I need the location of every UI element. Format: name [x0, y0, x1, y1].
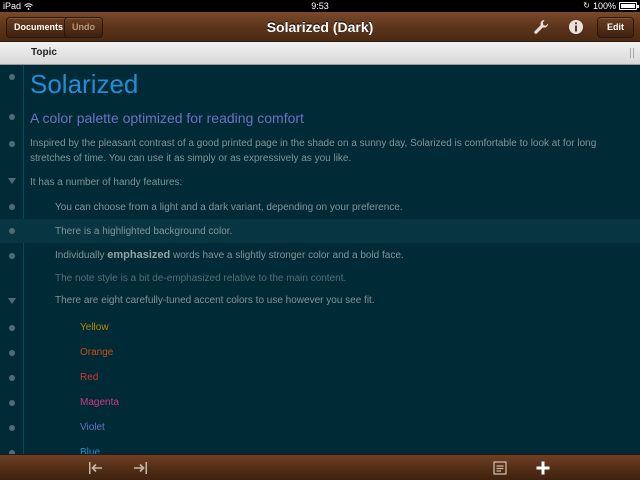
outline-subtitle: A color palette optimized for reading co… — [30, 110, 304, 126]
outdent-icon[interactable] — [87, 459, 105, 477]
features-heading: It has a number of handy features: — [30, 177, 183, 188]
bottom-toolbar — [0, 454, 640, 480]
row-bullet[interactable] — [9, 400, 15, 406]
outline-row-highlight[interactable]: There is a highlighted background color. — [0, 219, 640, 243]
outline-row-subtitle[interactable]: A color palette optimized for reading co… — [0, 105, 640, 131]
navigation-bar: Documents Undo Solarized (Dark) Edit — [0, 12, 640, 42]
note-line: The note style is a bit de-emphasized re… — [55, 273, 347, 284]
plus-icon[interactable] — [534, 459, 552, 477]
outline-row-note[interactable]: The note style is a bit de-emphasized re… — [0, 269, 640, 289]
row-bullet[interactable] — [9, 350, 15, 356]
disclosure-triangle-icon[interactable] — [8, 298, 16, 304]
outline-row-variants[interactable]: You can choose from a light and a dark v… — [0, 195, 640, 219]
outline-row-accent[interactable]: Blue — [0, 440, 640, 454]
row-bullet[interactable] — [9, 253, 15, 259]
emph-suffix: words have a slightly stronger color and… — [173, 250, 404, 261]
outline-row-accent[interactable]: Magenta — [0, 390, 640, 415]
accent-violet: Violet — [80, 422, 105, 433]
battery-percent: 100% — [592, 1, 616, 11]
accent-blue: Blue — [80, 447, 101, 454]
row-bullet[interactable] — [9, 74, 15, 80]
row-bullet[interactable] — [9, 114, 15, 120]
accents-heading: There are eight carefully-tuned accent c… — [55, 295, 375, 306]
status-time: 9:53 — [311, 1, 329, 11]
column-header-label: Topic — [31, 47, 57, 58]
accent-yellow: Yellow — [80, 322, 109, 333]
rotation-lock-icon: ↻ — [583, 1, 590, 10]
accent-orange: Orange — [80, 347, 114, 358]
outline-row-intro[interactable]: Inspired by the pleasant contrast of a g… — [0, 133, 640, 167]
row-bullet[interactable] — [9, 141, 15, 147]
emph-word: emphasized — [107, 249, 171, 261]
column-resize-handle[interactable] — [630, 48, 634, 58]
row-bullet[interactable] — [9, 228, 15, 234]
column-header[interactable]: Topic — [0, 42, 640, 65]
outline-title: Solarized — [30, 69, 139, 99]
status-right: ↻ 100% — [583, 0, 639, 12]
status-bar: iPad 9:53 ↻ 100% — [0, 0, 640, 12]
outline-row-accent[interactable]: Red — [0, 365, 640, 390]
outline-row-accent[interactable]: Violet — [0, 415, 640, 440]
feature-variants: You can choose from a light and a dark v… — [55, 202, 403, 213]
note-icon[interactable] — [491, 459, 509, 477]
outline-row-accent[interactable]: Yellow — [0, 315, 640, 340]
row-bullet[interactable] — [9, 425, 15, 431]
edit-button[interactable]: Edit — [597, 17, 634, 38]
disclosure-triangle-icon[interactable] — [8, 178, 16, 184]
outline-row-emphasized[interactable]: Individually emphasized words have a sli… — [0, 245, 640, 269]
outline-row-accents[interactable]: There are eight carefully-tuned accent c… — [0, 291, 640, 313]
outline-row-accent[interactable]: Orange — [0, 340, 640, 365]
row-bullet[interactable] — [9, 375, 15, 381]
row-bullet[interactable] — [9, 204, 15, 210]
info-icon[interactable] — [567, 18, 585, 36]
indent-icon[interactable] — [131, 459, 149, 477]
emph-prefix: Individually — [55, 250, 105, 261]
outline-row-features[interactable]: It has a number of handy features: — [0, 171, 640, 193]
outline-row-title[interactable]: Solarized — [0, 65, 640, 105]
wrench-icon[interactable] — [532, 18, 550, 36]
accent-magenta: Magenta — [80, 397, 119, 408]
battery-icon — [619, 2, 639, 10]
row-bullet[interactable] — [9, 325, 15, 331]
feature-emphasized: Individually emphasized words have a sli… — [55, 248, 404, 263]
outline-intro: Inspired by the pleasant contrast of a g… — [30, 138, 597, 164]
accent-red: Red — [80, 372, 99, 383]
feature-highlight: There is a highlighted background color. — [55, 226, 233, 237]
outline-content[interactable]: Solarized A color palette optimized for … — [0, 65, 640, 454]
